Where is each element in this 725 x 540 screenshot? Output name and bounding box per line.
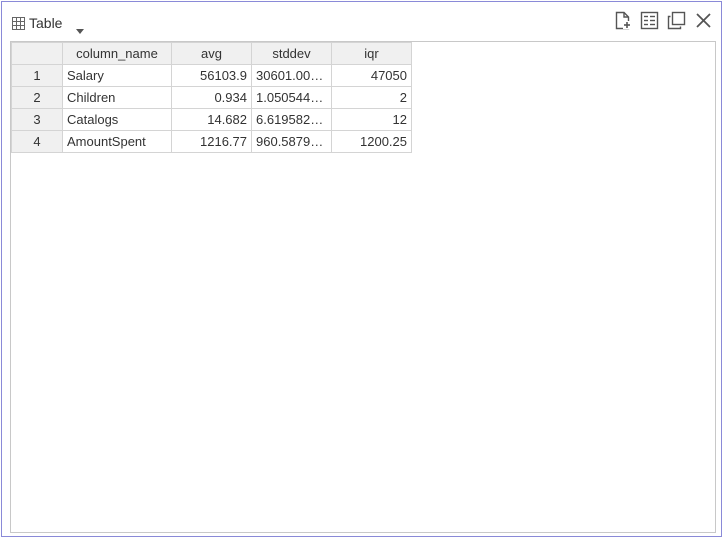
details-icon[interactable] — [640, 11, 659, 30]
table-content-area: column_name avg stddev iqr 1 Salary 5610… — [10, 41, 716, 533]
table-row: 4 AmountSpent 1216.77 960.5879… 1200.25 — [11, 130, 412, 153]
cell-column-name[interactable]: Catalogs — [62, 108, 172, 131]
column-header-column-name[interactable]: column_name — [62, 42, 172, 65]
table-panel: Table column_name avg stddev iqr 1 Salar… — [1, 1, 722, 537]
cell-column-name[interactable]: Salary — [62, 64, 172, 87]
chevron-down-icon — [76, 21, 85, 34]
view-type-dropdown[interactable]: Table — [12, 13, 85, 34]
row-index-header — [11, 42, 63, 65]
cell-column-name[interactable]: Children — [62, 86, 172, 109]
popout-icon[interactable] — [667, 11, 686, 30]
table-row: 1 Salary 56103.9 30601.00… 47050 — [11, 64, 412, 87]
new-file-icon[interactable] — [613, 11, 632, 30]
cell-column-name[interactable]: AmountSpent — [62, 130, 172, 153]
cell-stddev[interactable]: 1.050544… — [251, 86, 332, 109]
row-index: 2 — [11, 86, 63, 109]
cell-iqr[interactable]: 12 — [331, 108, 412, 131]
view-type-label: Table — [29, 15, 63, 31]
cell-iqr[interactable]: 2 — [331, 86, 412, 109]
cell-avg[interactable]: 56103.9 — [171, 64, 252, 87]
toolbar-actions — [613, 11, 713, 30]
cell-iqr[interactable]: 1200.25 — [331, 130, 412, 153]
panel-toolbar: Table — [2, 2, 721, 42]
cell-stddev[interactable]: 30601.00… — [251, 64, 332, 87]
table-header-row: column_name avg stddev iqr — [11, 42, 412, 65]
column-header-stddev[interactable]: stddev — [251, 42, 332, 65]
cell-stddev[interactable]: 960.5879… — [251, 130, 332, 153]
row-index: 4 — [11, 130, 63, 153]
cell-iqr[interactable]: 47050 — [331, 64, 412, 87]
table-grid-icon — [12, 16, 25, 30]
cell-stddev[interactable]: 6.619582… — [251, 108, 332, 131]
cell-avg[interactable]: 14.682 — [171, 108, 252, 131]
column-header-avg[interactable]: avg — [171, 42, 252, 65]
cell-avg[interactable]: 1216.77 — [171, 130, 252, 153]
cell-avg[interactable]: 0.934 — [171, 86, 252, 109]
table-row: 2 Children 0.934 1.050544… 2 — [11, 86, 412, 109]
results-table: column_name avg stddev iqr 1 Salary 5610… — [11, 42, 412, 153]
close-icon[interactable] — [694, 11, 713, 30]
row-index: 1 — [11, 64, 63, 87]
table-row: 3 Catalogs 14.682 6.619582… 12 — [11, 108, 412, 131]
row-index: 3 — [11, 108, 63, 131]
column-header-iqr[interactable]: iqr — [331, 42, 412, 65]
